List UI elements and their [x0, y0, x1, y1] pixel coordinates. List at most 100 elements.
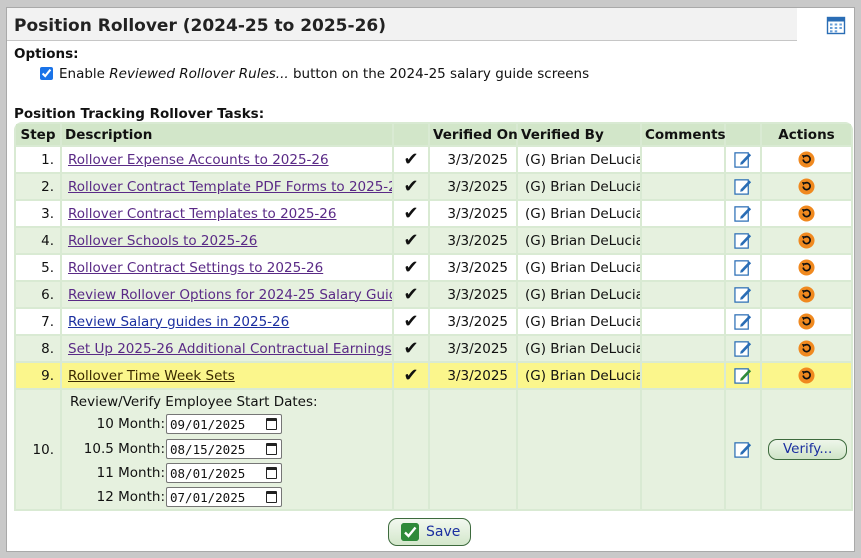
calendar-icon[interactable]: [266, 443, 277, 455]
description-cell: Review Salary guides in 2025-26: [62, 309, 392, 334]
start-date-input-10-5[interactable]: 08/15/2025: [166, 439, 282, 459]
col-check: [394, 124, 428, 145]
edit-cell: [726, 201, 760, 226]
undo-icon[interactable]: [798, 205, 815, 222]
checkmark-icon: ✔: [403, 148, 419, 170]
table-row: 8. Set Up 2025-26 Additional Contractual …: [16, 336, 851, 361]
checkmark-icon: ✔: [403, 310, 419, 332]
undo-icon[interactable]: [798, 232, 815, 249]
start-date-row-11: 11 Month: 08/01/2025: [68, 463, 308, 483]
task-link[interactable]: Review Rollover Options for 2024-25 Sala…: [68, 287, 392, 303]
undo-icon[interactable]: [798, 313, 815, 330]
table-header-row: Step Description Verified On Verified By…: [16, 124, 851, 145]
step-cell: 10.: [16, 390, 60, 509]
verify-button[interactable]: Verify...: [768, 439, 848, 460]
task-link[interactable]: Rollover Contract Template PDF Forms to …: [68, 179, 392, 195]
actions-cell: [762, 255, 851, 280]
step-cell: 2.: [16, 174, 60, 199]
start-date-input-11[interactable]: 08/01/2025: [166, 463, 282, 483]
edit-pencil-icon[interactable]: [733, 285, 753, 304]
calendar-icon[interactable]: [266, 467, 277, 479]
edit-pencil-icon[interactable]: [733, 312, 753, 331]
start-date-label: 12 Month:: [96, 489, 165, 505]
calendar-icon[interactable]: [266, 418, 277, 430]
edit-cell: [726, 255, 760, 280]
checkmark-icon: ✔: [403, 202, 419, 224]
comments-cell: [642, 390, 724, 509]
step-cell: 9.: [16, 363, 60, 388]
actions-cell: [762, 282, 851, 307]
comments-cell: [642, 336, 724, 361]
verified-on-cell: 3/3/2025: [430, 309, 516, 334]
verified-by-cell: (G) Brian DeLucia: [518, 228, 640, 253]
calendar-icon[interactable]: [826, 15, 846, 35]
checkmark-icon: ✔: [403, 175, 419, 197]
undo-icon[interactable]: [798, 178, 815, 195]
check-cell: ✔: [394, 282, 428, 307]
actions-cell: Verify...: [762, 390, 851, 509]
col-actions: Actions: [762, 124, 851, 145]
start-date-row-10-5: 10.5 Month: 08/15/2025: [68, 439, 308, 459]
checkmark-icon: ✔: [403, 283, 419, 305]
edit-pencil-icon[interactable]: [733, 177, 753, 196]
actions-cell: [762, 174, 851, 199]
task-link[interactable]: Rollover Time Week Sets: [68, 368, 235, 384]
check-cell: ✔: [394, 255, 428, 280]
table-row: 9. Rollover Time Week Sets ✔ 3/3/2025 (G) Br…: [16, 363, 851, 388]
verified-by-cell: (G) Brian DeLucia: [518, 336, 640, 361]
start-date-input-10[interactable]: 09/01/2025: [166, 414, 282, 434]
options-title: Options:: [14, 46, 79, 62]
checkmark-icon: ✔: [403, 364, 419, 386]
comments-cell: [642, 309, 724, 334]
task-link[interactable]: Review Salary guides in 2025-26: [68, 314, 289, 330]
task-link[interactable]: Set Up 2025-26 Additional Contractual Ea…: [68, 341, 392, 357]
description-cell: Rollover Contract Templates to 2025-26: [62, 201, 392, 226]
enable-suffix: button on the 2024-25 salary guide scree…: [292, 66, 590, 82]
edit-pencil-icon[interactable]: [733, 339, 753, 358]
undo-icon[interactable]: [798, 286, 815, 303]
edit-cell: [726, 228, 760, 253]
step-cell: 5.: [16, 255, 60, 280]
enable-rules-checkbox[interactable]: [40, 67, 53, 80]
edit-cell: [726, 309, 760, 334]
edit-pencil-icon[interactable]: [733, 258, 753, 277]
step-cell: 3.: [16, 201, 60, 226]
edit-pencil-icon[interactable]: [733, 150, 753, 169]
calendar-icon[interactable]: [266, 491, 277, 503]
check-cell: ✔: [394, 363, 428, 388]
task-link[interactable]: Rollover Contract Templates to 2025-26: [68, 206, 336, 222]
col-comments: Comments: [642, 124, 726, 145]
start-date-input-12[interactable]: 07/01/2025: [166, 487, 282, 507]
enable-prefix: Enable: [59, 66, 105, 82]
start-dates-cell: Review/Verify Employee Start Dates: 10 M…: [62, 390, 392, 509]
task-link[interactable]: Rollover Contract Settings to 2025-26: [68, 260, 323, 276]
undo-icon[interactable]: [798, 340, 815, 357]
table-row-start-dates: 10. Review/Verify Employee Start Dates: …: [16, 390, 851, 509]
undo-icon[interactable]: [798, 259, 815, 276]
col-verified-on: Verified On: [430, 124, 518, 145]
task-link[interactable]: Rollover Schools to 2025-26: [68, 233, 257, 249]
tasks-table: Step Description Verified On Verified By…: [14, 122, 853, 511]
edit-pencil-icon[interactable]: [733, 366, 753, 385]
edit-pencil-icon[interactable]: [733, 204, 753, 223]
checkmark-icon: ✔: [403, 229, 419, 251]
enable-rules-option: Enable Reviewed Rollover Rules... button…: [40, 66, 589, 82]
edit-pencil-icon[interactable]: [733, 440, 753, 459]
edit-cell: [726, 363, 760, 388]
edit-pencil-icon[interactable]: [733, 231, 753, 250]
undo-icon[interactable]: [798, 367, 815, 384]
save-button[interactable]: Save: [388, 518, 471, 546]
verified-by-cell: [518, 390, 640, 509]
verified-by-cell: (G) Brian DeLucia: [518, 174, 640, 199]
task-link[interactable]: Rollover Expense Accounts to 2025-26: [68, 152, 329, 168]
verified-on-cell: [430, 390, 516, 509]
actions-cell: [762, 147, 851, 172]
col-verified-by: Verified By: [518, 124, 640, 145]
start-date-row-12: 12 Month: 07/01/2025: [68, 487, 308, 507]
undo-icon[interactable]: [798, 151, 815, 168]
verified-by-cell: (G) Brian DeLucia: [518, 282, 640, 307]
comments-cell: [642, 147, 724, 172]
edit-cell: [726, 390, 760, 509]
col-step: Step: [16, 124, 60, 145]
step-cell: 1.: [16, 147, 60, 172]
